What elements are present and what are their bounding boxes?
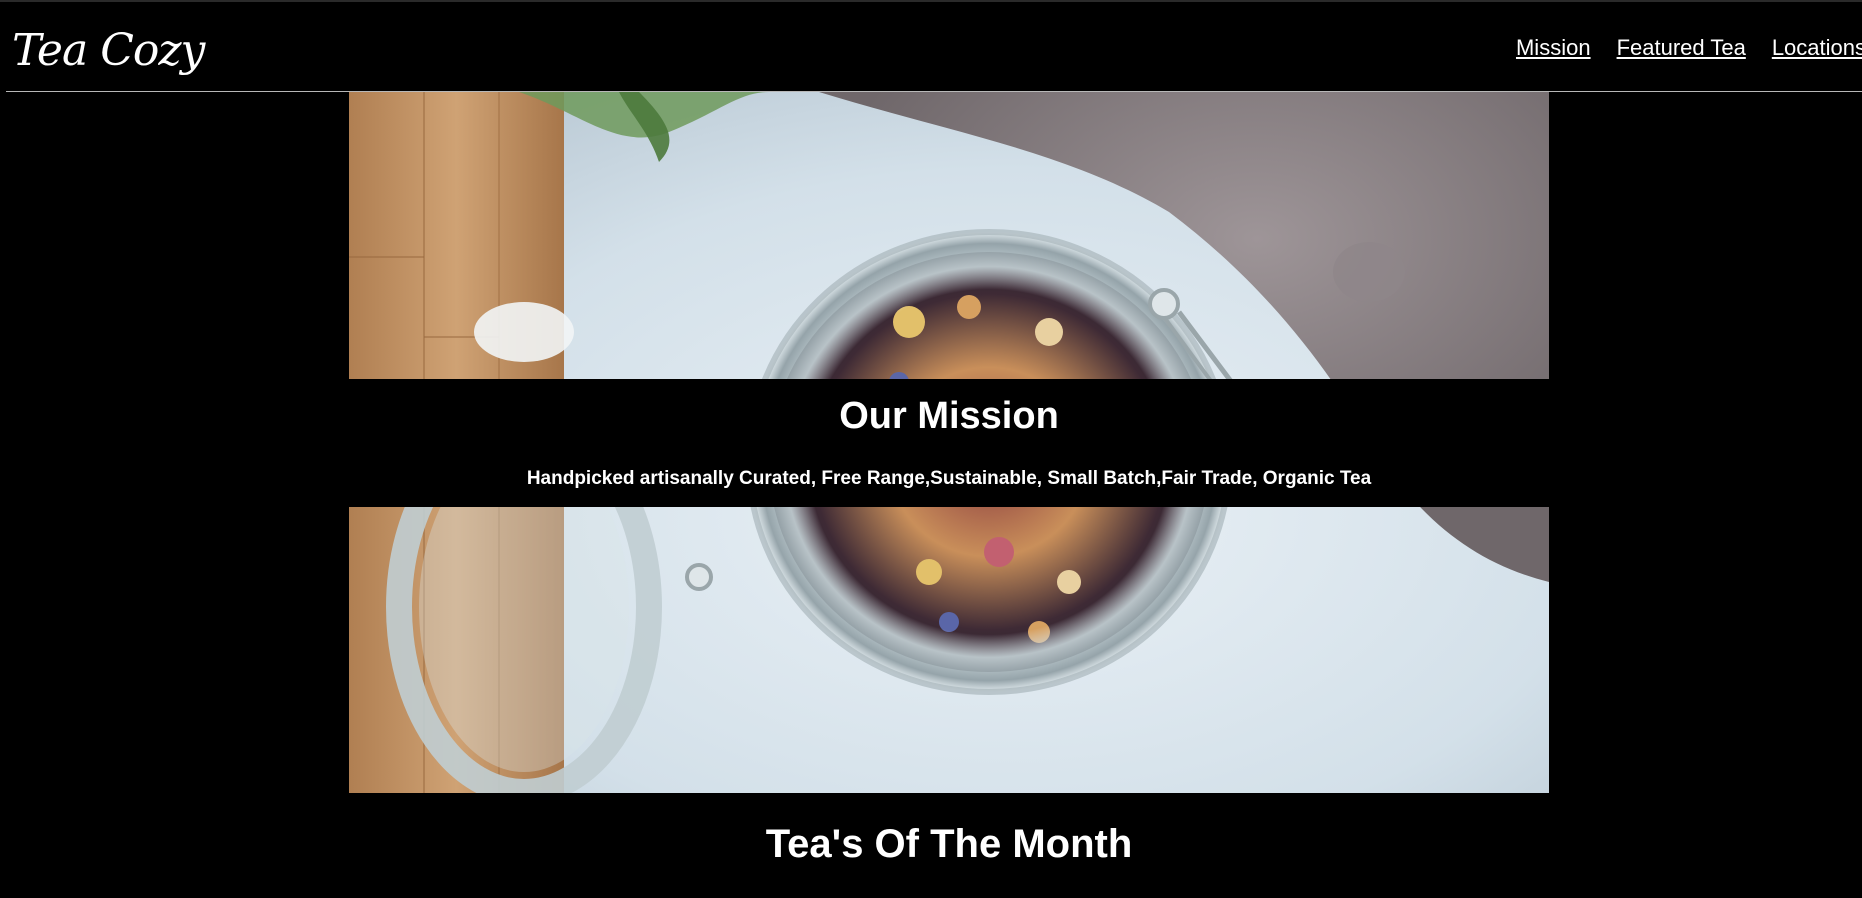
mission-statement: Handpicked artisanally Curated, Free Ran… bbox=[526, 468, 1372, 489]
mission-section: Our Mission Handpicked artisanally Curat… bbox=[349, 379, 1549, 507]
nav-link-featured-tea[interactable]: Featured Tea bbox=[1617, 34, 1746, 62]
main-nav: Mission Featured Tea Locations bbox=[1516, 34, 1862, 62]
nav-link-mission[interactable]: Mission bbox=[1516, 34, 1591, 62]
site-header: Tea Cozy Mission Featured Tea Locations bbox=[0, 2, 1862, 92]
nav-link-locations[interactable]: Locations bbox=[1772, 34, 1862, 62]
mission-heading: Our Mission bbox=[839, 395, 1059, 437]
tea-cozy-logo[interactable]: Tea Cozy bbox=[12, 24, 205, 78]
teas-of-the-month-heading: Tea's Of The Month bbox=[765, 822, 1133, 866]
